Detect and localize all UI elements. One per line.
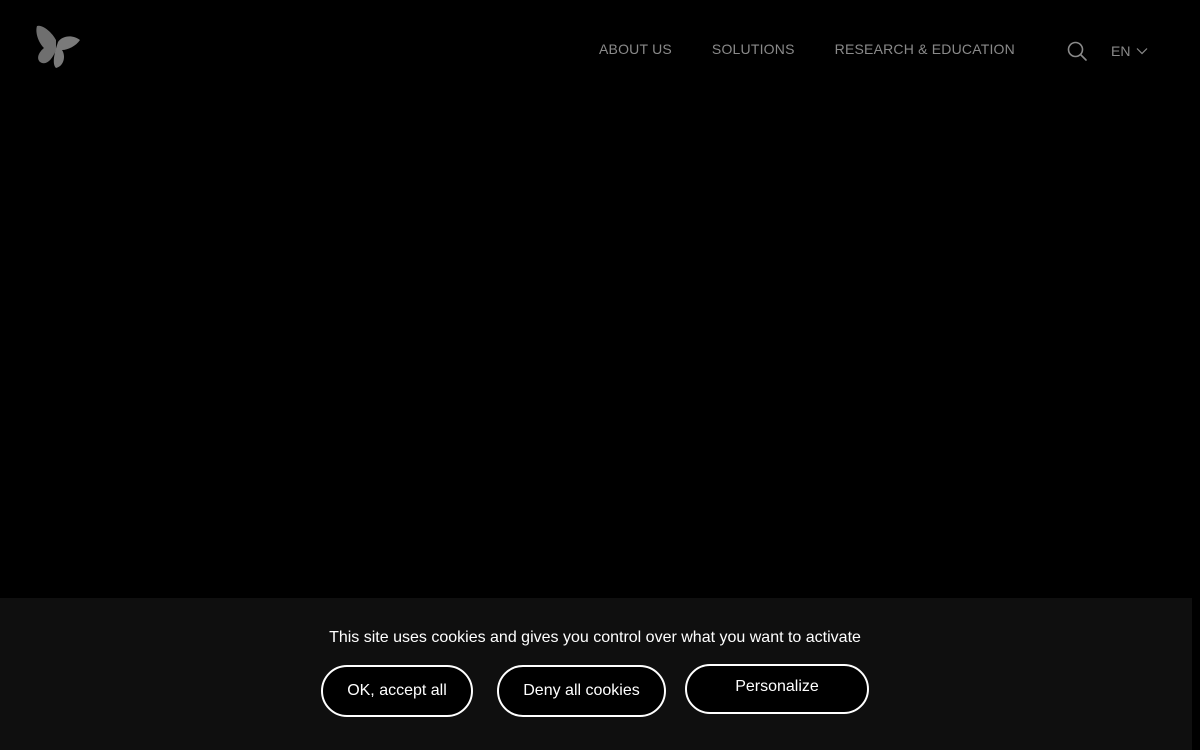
scrollbar[interactable] (1192, 0, 1200, 750)
search-icon (1067, 41, 1087, 61)
nav-item-solutions[interactable]: SOLUTIONS (712, 41, 795, 57)
language-selector[interactable]: EN (1111, 43, 1148, 59)
cookie-banner: This site uses cookies and gives you con… (0, 598, 1192, 750)
nav-item-about-us[interactable]: ABOUT US (599, 41, 672, 57)
deny-all-button[interactable]: Deny all cookies (497, 665, 666, 717)
main-nav: ABOUT US SOLUTIONS RESEARCH & EDUCATION (599, 41, 1015, 57)
page: ABOUT US SOLUTIONS RESEARCH & EDUCATION … (0, 0, 1200, 750)
personalize-button[interactable]: Personalize (685, 664, 869, 714)
search-button[interactable] (1066, 40, 1088, 62)
logo-link[interactable] (34, 24, 82, 70)
nav-item-research-education[interactable]: RESEARCH & EDUCATION (835, 41, 1015, 57)
site-header: ABOUT US SOLUTIONS RESEARCH & EDUCATION … (0, 0, 1200, 100)
cookie-message: This site uses cookies and gives you con… (329, 629, 861, 646)
language-selected: EN (1111, 43, 1131, 59)
accept-all-button[interactable]: OK, accept all (321, 665, 473, 717)
chevron-down-icon (1137, 48, 1148, 55)
butterfly-icon (36, 25, 80, 68)
